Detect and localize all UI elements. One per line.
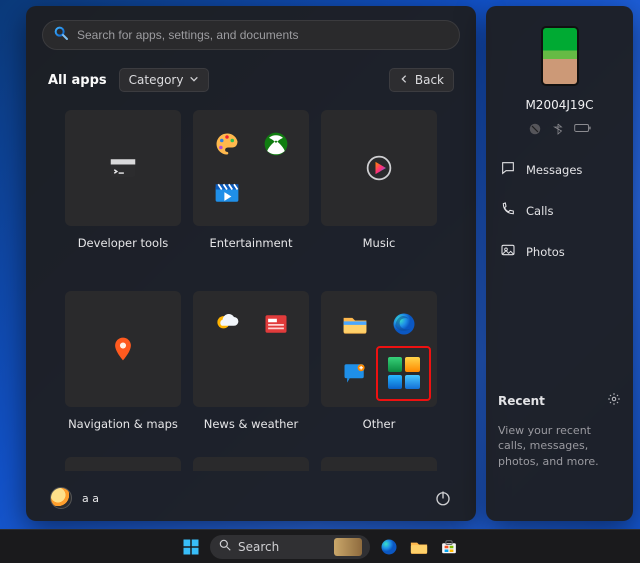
more-apps-cluster — [382, 352, 425, 395]
photos-icon — [500, 242, 516, 261]
taskbar-edge-icon[interactable] — [378, 536, 400, 558]
phone-messages[interactable]: Messages — [498, 153, 621, 186]
back-button-label: Back — [415, 73, 444, 87]
category-label: Other — [363, 417, 396, 431]
all-apps-title: All apps — [48, 73, 107, 88]
phone-photos[interactable]: Photos — [498, 235, 621, 268]
search-input[interactable] — [77, 28, 449, 42]
phone-calls[interactable]: Calls — [498, 194, 621, 227]
category-grid: Developer tools Entertainment — [26, 100, 476, 457]
movies-icon — [205, 171, 248, 214]
side-item-label: Messages — [526, 163, 582, 177]
taskbar: Search — [0, 529, 640, 563]
settings-gear-icon[interactable] — [607, 392, 621, 409]
messages-icon — [500, 160, 516, 179]
recent-header: Recent — [498, 392, 621, 409]
category-music[interactable]: Music — [321, 110, 437, 269]
category-label: Navigation & maps — [68, 417, 178, 431]
news-icon — [254, 303, 297, 346]
file-explorer-icon — [333, 303, 376, 346]
category-other[interactable]: Other — [321, 291, 437, 450]
power-button[interactable] — [434, 489, 452, 507]
chevron-left-icon — [399, 73, 409, 87]
chevron-down-icon — [189, 73, 199, 87]
category-entertainment[interactable]: Entertainment — [193, 110, 309, 269]
category-dropdown-label: Category — [129, 73, 184, 87]
edge-icon — [382, 303, 425, 346]
category-news-weather[interactable]: News & weather — [193, 291, 309, 450]
next-row-peek — [26, 457, 476, 479]
weather-icon — [205, 303, 248, 346]
category-label: Music — [363, 236, 396, 250]
start-button[interactable] — [180, 536, 202, 558]
category-dropdown[interactable]: Category — [119, 68, 210, 92]
search-icon — [218, 538, 232, 555]
start-footer: a a — [26, 479, 476, 521]
category-label: News & weather — [204, 417, 298, 431]
taskbar-search[interactable]: Search — [210, 535, 370, 559]
search-highlight-image — [334, 538, 362, 556]
maps-pin-icon — [109, 335, 137, 363]
dnd-icon — [528, 122, 542, 139]
battery-icon — [574, 122, 592, 139]
start-all-apps-panel: All apps Category Back — [26, 6, 476, 521]
category-navigation-maps[interactable]: Navigation & maps — [65, 291, 181, 450]
phone-link-panel: M2004J19C Messages Calls Photos Recent V… — [486, 6, 633, 521]
taskbar-explorer-icon[interactable] — [408, 536, 430, 558]
back-button[interactable]: Back — [389, 68, 454, 92]
media-player-icon — [365, 154, 393, 182]
category-label: Developer tools — [78, 236, 169, 250]
phone-status-row — [498, 122, 621, 139]
side-item-label: Photos — [526, 245, 565, 259]
recent-title: Recent — [498, 394, 545, 408]
user-name[interactable]: a a — [82, 492, 99, 505]
feedback-hub-icon — [333, 352, 376, 395]
phone-name: M2004J19C — [498, 98, 621, 112]
category-label: Entertainment — [210, 236, 293, 250]
side-item-label: Calls — [526, 204, 553, 218]
terminal-icon — [109, 154, 137, 182]
search-icon — [53, 25, 69, 45]
bluetooth-icon — [552, 122, 564, 139]
user-avatar[interactable] — [50, 487, 72, 509]
taskbar-store-icon[interactable] — [438, 536, 460, 558]
calls-icon — [500, 201, 516, 220]
recent-subtitle: View your recent calls, messages, photos… — [498, 423, 621, 469]
paint-icon — [205, 122, 248, 165]
taskbar-search-label: Search — [238, 540, 279, 554]
search-box[interactable] — [42, 20, 460, 50]
phone-thumbnail[interactable] — [541, 26, 579, 86]
category-developer-tools[interactable]: Developer tools — [65, 110, 181, 269]
xbox-icon — [254, 122, 297, 165]
all-apps-header: All apps Category Back — [26, 50, 476, 100]
